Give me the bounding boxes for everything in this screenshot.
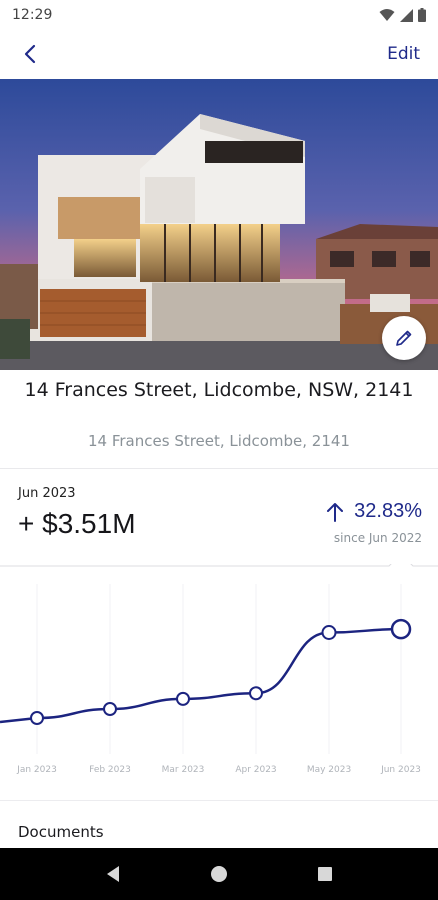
x-tick-label: Jun 2023 [380, 765, 421, 775]
status-bar: 12:29 [0, 0, 438, 30]
property-title: 14 Frances Street, Lidcombe, NSW, 2141 [24, 379, 414, 401]
nav-home-button[interactable] [203, 858, 235, 890]
recents-square-icon [318, 867, 332, 881]
home-circle-icon [211, 866, 227, 882]
data-point-feb-2023[interactable] [103, 702, 117, 716]
valuation-chart: Jan 2023 Feb 2023 Mar 2023 Apr 2023 May 2023… [0, 553, 438, 794]
documents-heading[interactable]: Documents [18, 823, 104, 841]
divider [0, 468, 438, 469]
nav-recents-button[interactable] [309, 858, 341, 890]
wifi-icon [379, 9, 395, 21]
signal-icon [400, 8, 413, 22]
property-subtitle: 14 Frances Street, Lidcombe, 2141 [88, 432, 350, 450]
pencil-icon [396, 330, 412, 346]
valuation-change: 32.83% [326, 500, 422, 523]
status-icons [379, 8, 426, 22]
battery-icon [418, 8, 426, 22]
series-line [0, 627, 402, 724]
valuation-date: Jun 2023 [18, 486, 76, 501]
data-point-may-2023[interactable] [321, 625, 337, 640]
edit-button[interactable]: Edit [387, 44, 420, 64]
nav-back-button[interactable] [97, 858, 129, 890]
change-percent: 32.83% [354, 500, 422, 522]
property-photo [0, 79, 438, 370]
status-time: 12:29 [12, 7, 53, 23]
x-tick-label: Mar 2023 [162, 765, 205, 775]
data-point-jun-2023[interactable] [390, 618, 412, 640]
arrow-up-icon [327, 502, 344, 522]
back-triangle-icon [107, 866, 119, 882]
back-button[interactable] [18, 42, 42, 66]
app-bar: Edit [0, 30, 438, 78]
x-tick-label: Feb 2023 [89, 765, 131, 775]
x-tick-label: Apr 2023 [235, 765, 276, 775]
data-point-mar-2023[interactable] [176, 691, 190, 706]
data-point-jan-2023[interactable] [30, 711, 44, 725]
system-nav-bar [0, 848, 438, 900]
valuation-value: + $3.51M [18, 508, 136, 539]
divider [0, 800, 438, 801]
change-since: since Jun 2022 [333, 531, 422, 545]
chart-svg: Jan 2023 Feb 2023 Mar 2023 Apr 2023 May 2023… [0, 553, 438, 775]
x-tick-label: Jan 2023 [16, 765, 57, 775]
x-tick-label: May 2023 [307, 765, 351, 775]
edit-photo-button[interactable] [382, 316, 426, 360]
data-point-apr-2023[interactable] [249, 686, 263, 701]
back-arrow-icon [24, 44, 36, 64]
chart-top-border [0, 553, 438, 567]
